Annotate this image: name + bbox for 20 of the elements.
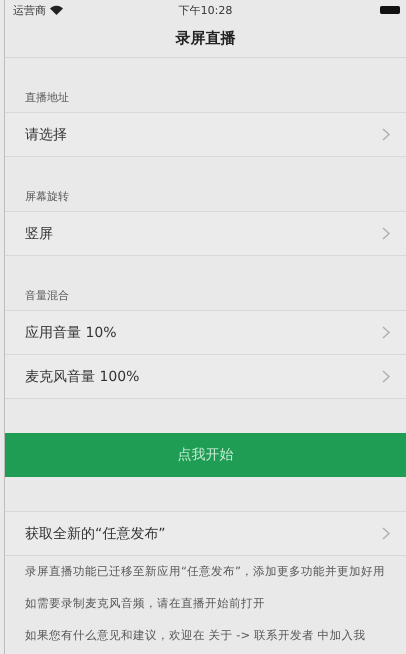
carrier-label: 运营商 xyxy=(13,2,46,18)
battery-icon xyxy=(380,6,400,14)
section-header: 音量混合 xyxy=(24,288,70,304)
section-header: 直播地址 xyxy=(24,90,70,106)
settings-row[interactable]: 竖屏 xyxy=(5,211,406,256)
chevron-icon xyxy=(382,326,390,339)
wifi-icon xyxy=(50,5,63,15)
settings-row[interactable]: 请选择 xyxy=(5,112,406,157)
status-time: 下午10:28 xyxy=(178,2,234,18)
promo-row[interactable]: 获取全新的“任意发布” xyxy=(5,511,406,556)
chevron-icon xyxy=(382,128,390,141)
note-text: 如需要录制麦克风音频，请在直播开始前打开 xyxy=(25,595,266,612)
settings-row[interactable]: 麦克风音量 100% xyxy=(5,354,406,399)
chevron-icon xyxy=(382,227,390,240)
note-text: 如果您有什么意见和建议，欢迎在 关于 -> 联系开发者 中加入我 xyxy=(25,627,366,644)
note-text: 录屏直播功能已迁移至新应用“任意发布”，添加更多功能并更加好用 xyxy=(25,563,386,580)
section-header: 屏幕旋转 xyxy=(24,189,70,205)
chevron-icon xyxy=(382,527,390,540)
nav-title: 录屏直播 xyxy=(176,29,236,48)
chevron-icon xyxy=(382,370,390,383)
